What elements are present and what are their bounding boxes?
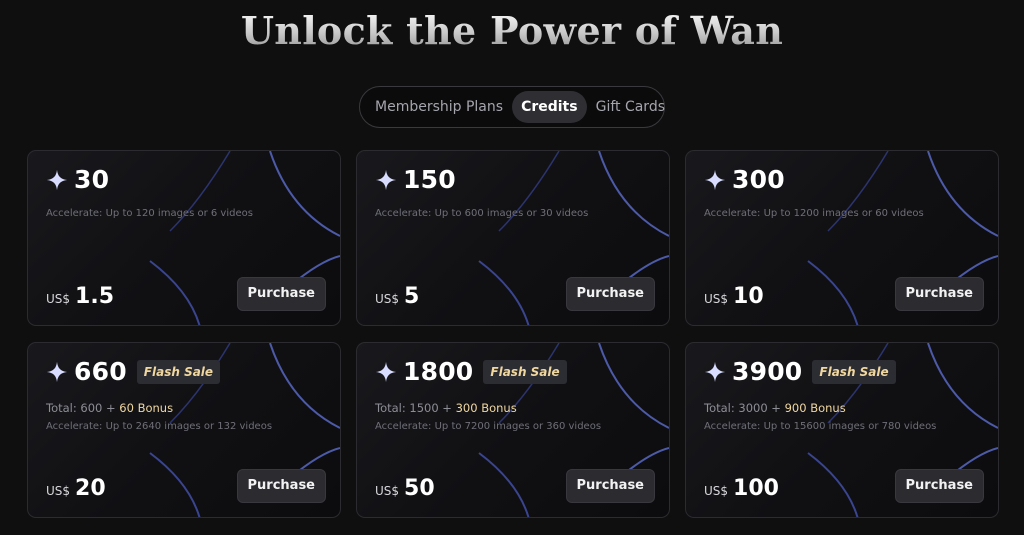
sparkle-icon bbox=[704, 361, 726, 382]
credit-card-3900: 3900 Flash Sale Total: 3000 + 900 Bonus … bbox=[685, 342, 999, 518]
sparkle-icon bbox=[46, 361, 68, 382]
flash-sale-badge: Flash Sale bbox=[483, 359, 567, 384]
tab-gift-cards[interactable]: Gift Cards bbox=[587, 91, 674, 123]
credit-card-30: 30 Accelerate: Up to 120 images or 6 vid… bbox=[27, 150, 341, 326]
price-value: 10 bbox=[733, 284, 764, 309]
credit-card-1800: 1800 Flash Sale Total: 1500 + 300 Bonus … bbox=[356, 342, 670, 518]
credit-amount: 300 bbox=[732, 165, 785, 194]
price: US$ 100 bbox=[704, 476, 779, 501]
pricing-page: Unlock the Power of Wan Membership Plans… bbox=[0, 0, 1024, 535]
card-header: 300 bbox=[704, 165, 785, 194]
currency-label: US$ bbox=[704, 484, 729, 498]
bonus-amount: 900 Bonus bbox=[784, 401, 846, 415]
sparkle-icon bbox=[46, 169, 68, 190]
price: US$ 10 bbox=[704, 284, 764, 309]
total-base: Total: 600 + bbox=[46, 401, 120, 415]
accelerate-text: Accelerate: Up to 15600 images or 780 vi… bbox=[704, 421, 937, 432]
accelerate-text: Accelerate: Up to 1200 images or 60 vide… bbox=[704, 208, 924, 219]
currency-label: US$ bbox=[46, 484, 71, 498]
card-header: 1800 Flash Sale bbox=[375, 357, 567, 386]
credit-card-300: 300 Accelerate: Up to 1200 images or 60 … bbox=[685, 150, 999, 326]
price-value: 50 bbox=[404, 476, 435, 501]
card-header: 660 Flash Sale bbox=[46, 357, 221, 386]
credit-amount: 30 bbox=[74, 165, 110, 194]
price-value: 1.5 bbox=[75, 284, 115, 309]
price-value: 100 bbox=[733, 476, 779, 501]
flash-sale-badge: Flash Sale bbox=[812, 359, 896, 384]
total-breakdown: Total: 1500 + 300 Bonus bbox=[375, 401, 517, 415]
price: US$ 1.5 bbox=[46, 284, 114, 309]
credit-packages-grid: 30 Accelerate: Up to 120 images or 6 vid… bbox=[27, 150, 999, 518]
credit-amount: 1800 bbox=[403, 357, 474, 386]
price: US$ 50 bbox=[375, 476, 435, 501]
currency-label: US$ bbox=[704, 292, 729, 306]
total-base: Total: 1500 + bbox=[375, 401, 456, 415]
bonus-amount: 300 Bonus bbox=[455, 401, 517, 415]
accelerate-text: Accelerate: Up to 120 images or 6 videos bbox=[46, 208, 253, 219]
purchase-button[interactable]: Purchase bbox=[894, 277, 984, 311]
card-header: 30 bbox=[46, 165, 109, 194]
flash-sale-badge: Flash Sale bbox=[136, 359, 221, 384]
purchase-button[interactable]: Purchase bbox=[894, 469, 984, 503]
page-title: Unlock the Power of Wan bbox=[0, 8, 1024, 53]
sparkle-icon bbox=[375, 361, 397, 382]
credit-amount: 150 bbox=[403, 165, 456, 194]
price-value: 20 bbox=[75, 476, 106, 501]
purchase-button[interactable]: Purchase bbox=[236, 469, 326, 503]
plan-tabs: Membership Plans Credits Gift Cards bbox=[359, 86, 665, 128]
card-header: 3900 Flash Sale bbox=[704, 357, 896, 386]
credit-card-660: 660 Flash Sale Total: 600 + 60 Bonus Acc… bbox=[27, 342, 341, 518]
purchase-button[interactable]: Purchase bbox=[236, 277, 326, 311]
accelerate-text: Accelerate: Up to 2640 images or 132 vid… bbox=[46, 421, 273, 432]
credit-amount: 3900 bbox=[732, 357, 803, 386]
purchase-button[interactable]: Purchase bbox=[565, 277, 655, 311]
credit-card-150: 150 Accelerate: Up to 600 images or 30 v… bbox=[356, 150, 670, 326]
tab-credits[interactable]: Credits bbox=[512, 91, 587, 123]
credit-amount: 660 bbox=[74, 357, 127, 386]
total-breakdown: Total: 3000 + 900 Bonus bbox=[704, 401, 846, 415]
sparkle-icon bbox=[704, 169, 726, 190]
sparkle-icon bbox=[375, 169, 397, 190]
purchase-button[interactable]: Purchase bbox=[565, 469, 655, 503]
bonus-amount: 60 Bonus bbox=[119, 401, 174, 415]
tab-membership-plans[interactable]: Membership Plans bbox=[366, 91, 512, 123]
accelerate-text: Accelerate: Up to 600 images or 30 video… bbox=[375, 208, 589, 219]
card-header: 150 bbox=[375, 165, 456, 194]
price: US$ 5 bbox=[375, 284, 419, 309]
currency-label: US$ bbox=[375, 484, 400, 498]
price: US$ 20 bbox=[46, 476, 106, 501]
accelerate-text: Accelerate: Up to 7200 images or 360 vid… bbox=[375, 421, 602, 432]
total-base: Total: 3000 + bbox=[704, 401, 785, 415]
currency-label: US$ bbox=[375, 292, 400, 306]
total-breakdown: Total: 600 + 60 Bonus bbox=[46, 401, 173, 415]
price-value: 5 bbox=[404, 284, 420, 309]
currency-label: US$ bbox=[46, 292, 71, 306]
